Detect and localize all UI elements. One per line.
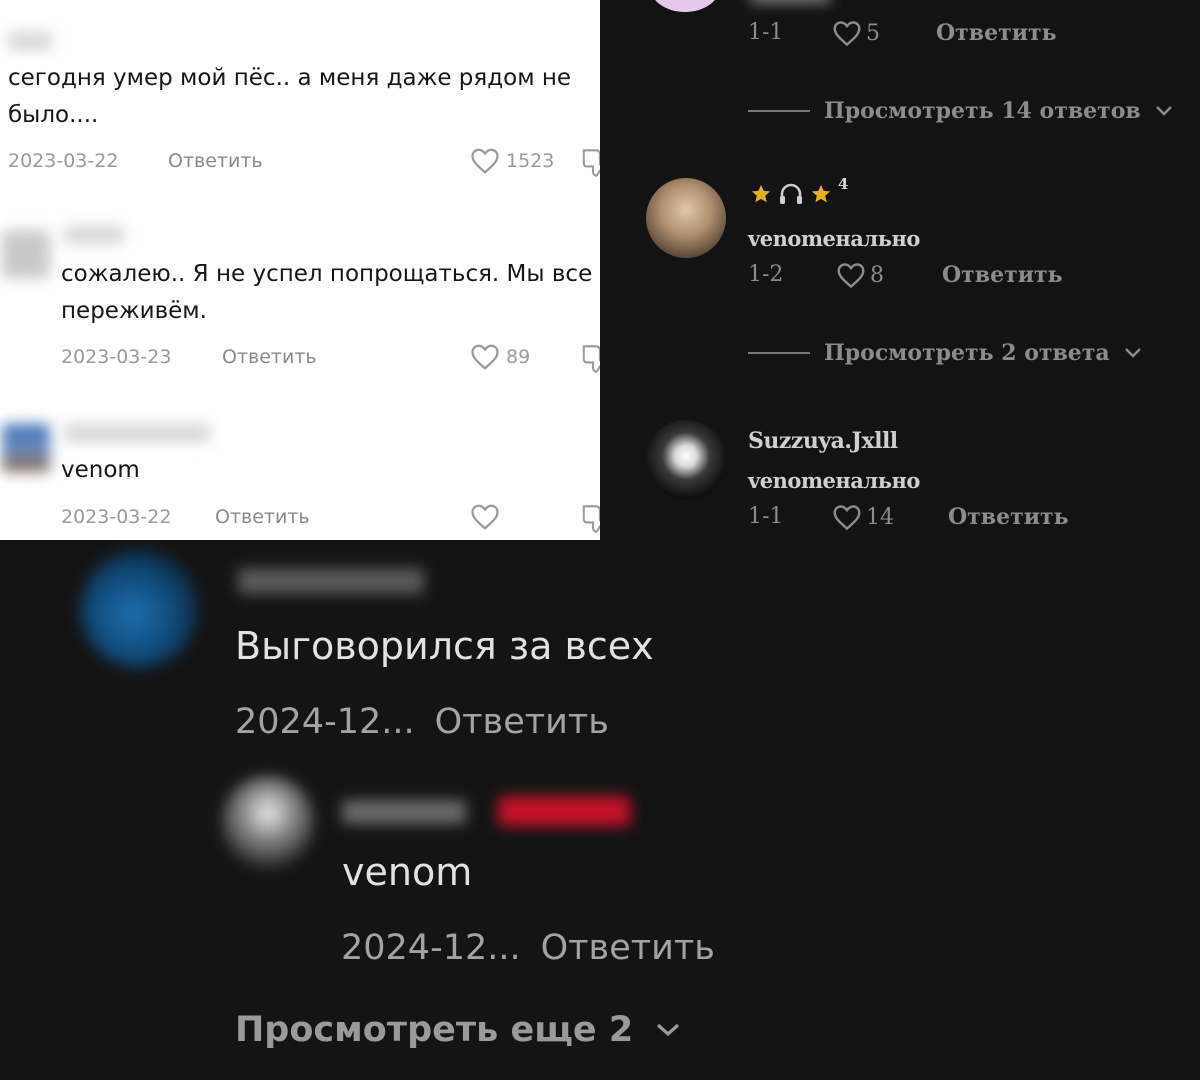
- username-badges: 4: [750, 175, 848, 206]
- heart-icon: [837, 263, 865, 289]
- comment-time: 1-1: [748, 20, 784, 45]
- comment-text: venomенально: [748, 468, 920, 493]
- comment-meta: 2024-12... Ответить: [235, 702, 629, 742]
- avatar[interactable]: [646, 178, 726, 258]
- view-replies-button[interactable]: Просмотреть 14 ответов: [748, 98, 1173, 124]
- author-tag-blurred: [498, 796, 630, 826]
- username-blurred: [238, 568, 424, 594]
- reply-button[interactable]: Ответить: [541, 928, 715, 968]
- comment-date: 2023-03-22: [61, 506, 172, 528]
- avatar[interactable]: [2, 230, 50, 278]
- view-more-button[interactable]: Просмотреть еще 2: [235, 1010, 681, 1050]
- star-icon: [811, 184, 831, 203]
- heart-icon: [471, 148, 499, 174]
- heart-icon: [471, 504, 499, 530]
- dislike-icon[interactable]: [580, 344, 600, 374]
- dislike-icon[interactable]: [580, 504, 600, 534]
- like-button[interactable]: [470, 503, 500, 531]
- heart-icon: [833, 21, 861, 47]
- light-comments-panel: сегодня умер мой пёс.. а меня даже рядом…: [0, 0, 600, 540]
- divider-line: [748, 352, 810, 354]
- comment-meta: 2024-12... Ответить: [341, 928, 735, 968]
- view-replies-label: Просмотреть 14 ответов: [824, 98, 1141, 124]
- view-replies-label: Просмотреть 2 ответа: [824, 340, 1110, 366]
- avatar[interactable]: [650, 0, 720, 12]
- badge-number: 4: [838, 175, 849, 193]
- username-blurred: [342, 800, 466, 824]
- like-button[interactable]: 89: [470, 343, 530, 371]
- comment-text: venom: [61, 457, 140, 483]
- avatar[interactable]: [646, 420, 726, 500]
- reply-button[interactable]: Ответить: [222, 346, 317, 368]
- comment-date: 2023-03-22: [8, 150, 119, 172]
- username-blurred: [8, 32, 52, 50]
- heart-icon: [833, 505, 861, 531]
- like-count: 8: [870, 263, 884, 288]
- divider-line: [748, 110, 810, 112]
- comment-date: 2024-12...: [235, 702, 415, 742]
- comment-text: сожалею.. Я не успел попрощаться. Мы все…: [61, 261, 593, 324]
- headphones-icon: [780, 183, 802, 204]
- reply-button[interactable]: Ответить: [435, 702, 609, 742]
- avatar[interactable]: [222, 776, 314, 868]
- username-blurred: [64, 226, 124, 244]
- heart-icon: [471, 344, 499, 370]
- chevron-down-icon: [1124, 348, 1141, 358]
- reply-button[interactable]: Ответить: [168, 150, 263, 172]
- reply-button[interactable]: Ответить: [936, 20, 1057, 46]
- comment-date: 2024-12...: [341, 928, 521, 968]
- dark-comments-panel-right: 1-1 5 Ответить Просмотреть 14 ответов 4 …: [600, 0, 1200, 540]
- like-button[interactable]: 14: [832, 504, 894, 531]
- username-blurred: [750, 0, 830, 2]
- view-replies-button[interactable]: Просмотреть 2 ответа: [748, 340, 1142, 366]
- comment-text: venomенально: [748, 226, 920, 251]
- star-icon: [751, 184, 771, 203]
- like-count: 14: [866, 505, 894, 530]
- avatar[interactable]: [80, 550, 198, 668]
- like-count: 5: [866, 21, 880, 46]
- view-more-label: Просмотреть еще 2: [235, 1010, 634, 1050]
- reply-button[interactable]: Ответить: [215, 506, 310, 528]
- avatar[interactable]: [2, 424, 50, 472]
- dark-comments-panel-bottom: Выговорился за всех 2024-12... Ответить v…: [0, 540, 1200, 1080]
- reply-button[interactable]: Ответить: [942, 262, 1063, 288]
- comment-date: 2023-03-23: [61, 346, 172, 368]
- like-count: 89: [506, 346, 531, 368]
- dislike-icon[interactable]: [580, 148, 600, 178]
- comment-time: 1-2: [748, 262, 784, 287]
- comment-time: 1-1: [748, 504, 784, 529]
- comment-text: сегодня умер мой пёс.. а меня даже рядом…: [8, 65, 572, 128]
- like-button[interactable]: 1523: [470, 147, 554, 175]
- chevron-down-icon: [657, 1023, 680, 1037]
- username[interactable]: Suzzuya.Jxlll: [748, 428, 898, 454]
- chevron-down-icon: [1155, 106, 1172, 116]
- comment-text: Выговорился за всех: [235, 624, 654, 668]
- reply-button[interactable]: Ответить: [948, 504, 1069, 530]
- like-button[interactable]: 5: [832, 20, 880, 47]
- like-count: 1523: [506, 150, 555, 172]
- username-blurred: [64, 424, 210, 442]
- like-button[interactable]: 8: [836, 262, 884, 289]
- comment-text: venom: [342, 850, 473, 894]
